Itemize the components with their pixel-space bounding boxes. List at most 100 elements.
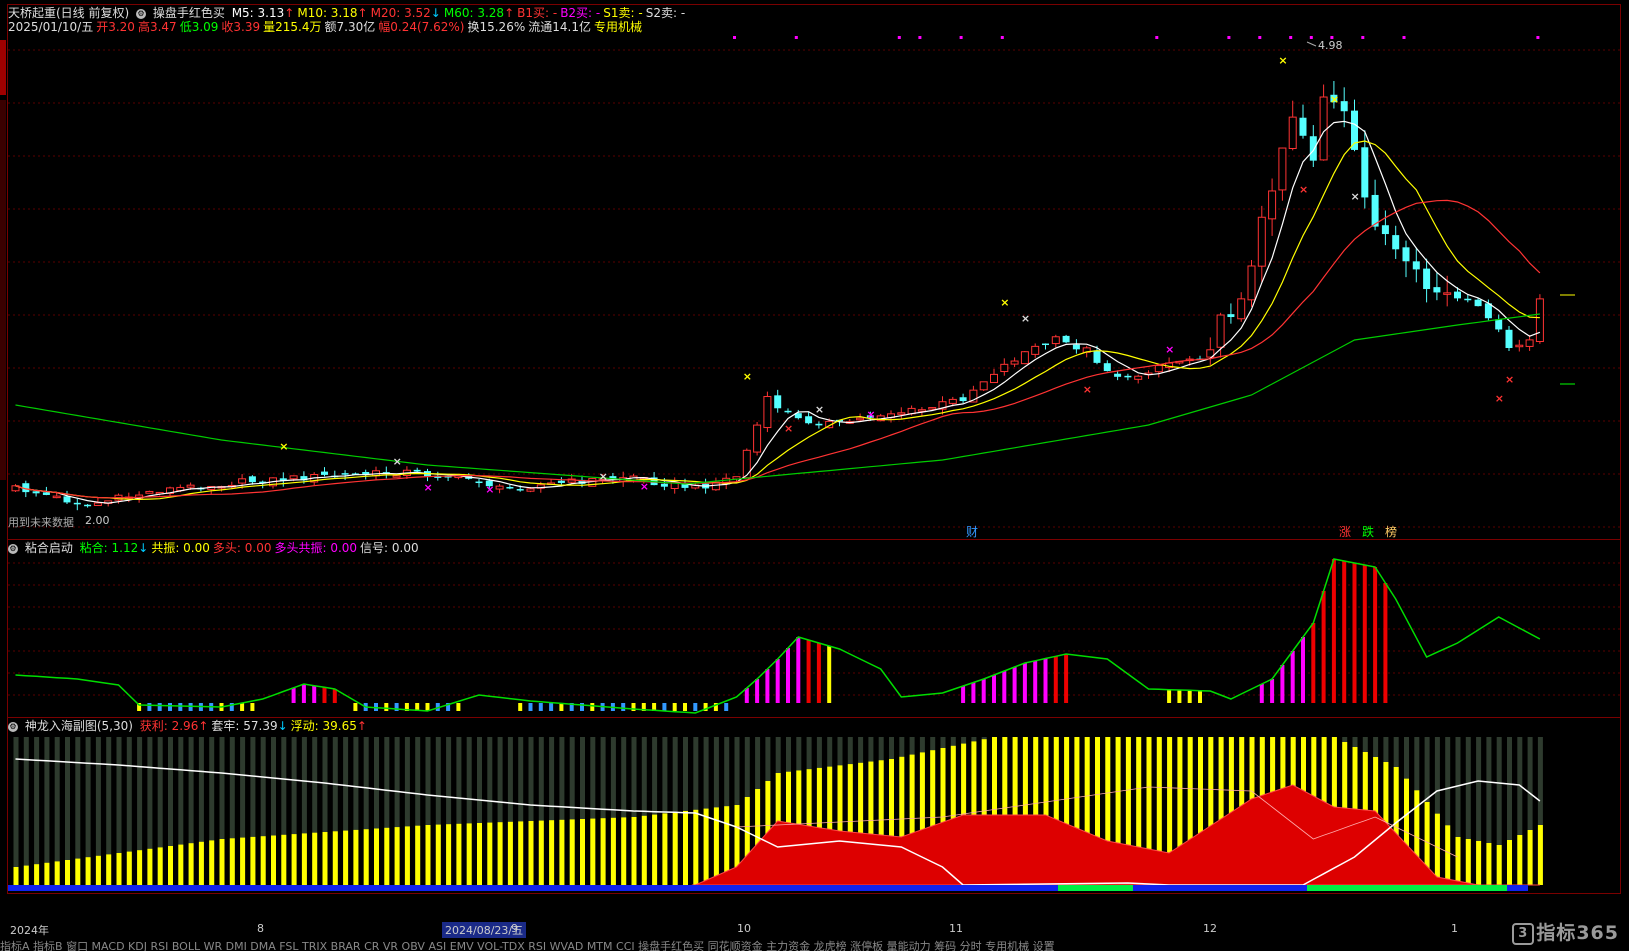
float-bar [116, 853, 122, 885]
candle-body [897, 412, 906, 415]
candle-body [1010, 360, 1019, 365]
histogram-bar [1198, 690, 1202, 703]
candle-body [1062, 335, 1070, 343]
signal-dot [1309, 36, 1313, 39]
histogram-bar [1259, 684, 1264, 703]
histogram-bar [1290, 651, 1295, 703]
high-price-label: 4.98 [1318, 39, 1343, 52]
candle-body [186, 484, 195, 488]
histogram-bar [981, 679, 986, 703]
date-axis-label: 12 [1203, 922, 1217, 935]
float-bar [1465, 839, 1471, 885]
status-band [8, 885, 1528, 891]
candle-body [1072, 344, 1080, 350]
ma-line [15, 140, 1540, 501]
candle-body [1227, 314, 1235, 318]
candle-body [979, 381, 988, 391]
signal-cross-icon: × [279, 440, 288, 453]
candle-body [856, 417, 865, 421]
float-bar [188, 843, 194, 885]
candle-body [495, 485, 504, 490]
histogram-bar [1167, 689, 1172, 703]
background-bar [44, 737, 50, 885]
candle-body [928, 407, 937, 410]
signal-cross-icon: × [743, 370, 752, 383]
signal-dot [794, 36, 798, 39]
float-bar [590, 818, 596, 885]
float-bar [157, 847, 163, 885]
candle-body [1103, 363, 1111, 372]
float-bar [54, 861, 60, 885]
candle-body [1505, 329, 1513, 349]
float-bar [332, 831, 338, 885]
candle-body [959, 397, 967, 402]
limit-up-marker[interactable]: 涨 [1339, 523, 1351, 540]
bottom-indicator-tabs[interactable]: 指标A 指标B 窗口 MACD KDJ RSI BOLL WR DMI DMA … [0, 938, 1629, 951]
float-bar [363, 829, 369, 885]
float-bar [631, 817, 637, 885]
candle-body [1000, 363, 1009, 373]
candle-body [1443, 292, 1452, 295]
histogram-bar [724, 703, 729, 711]
float-bar [580, 819, 585, 885]
candle-body [1020, 351, 1029, 365]
float-bar [75, 858, 81, 885]
candle-body [1474, 299, 1482, 307]
histogram-bar [1383, 583, 1388, 703]
float-bar [1486, 843, 1492, 885]
ranking-marker[interactable]: 榜 [1385, 523, 1397, 540]
histogram-bar [332, 689, 337, 703]
candle-body [805, 416, 813, 424]
histogram-bar [1342, 561, 1347, 703]
limit-down-marker[interactable]: 跌 [1362, 523, 1374, 540]
float-bar [569, 819, 575, 885]
date-axis-label: 8 [257, 922, 264, 935]
float-bar [518, 821, 524, 885]
candle-body [784, 410, 792, 413]
float-bar [44, 862, 50, 885]
signal-cross-icon: × [640, 480, 649, 493]
histogram-bar [384, 703, 389, 711]
candle-body [93, 502, 102, 506]
float-bar [1445, 825, 1451, 885]
histogram-bar [549, 703, 554, 711]
float-bar [281, 834, 287, 885]
indicator-tab-list[interactable]: 指标A 指标B 窗口 MACD KDJ RSI BOLL WR DMI DMA … [0, 940, 1055, 951]
histogram-bar [1331, 559, 1336, 703]
candle-body [84, 504, 92, 507]
float-bar [1517, 835, 1523, 885]
candle-body [557, 480, 565, 483]
histogram-bar [971, 682, 976, 703]
logo-text: 指标365 [1536, 922, 1619, 944]
dragon-sea-indicator-chart[interactable] [0, 717, 1629, 922]
candle-body [1535, 298, 1544, 343]
float-bar [672, 812, 678, 885]
signal-cross-icon: × [1278, 54, 1287, 67]
candle-body [1412, 261, 1420, 270]
candle-body [32, 491, 40, 494]
histogram-bar [796, 637, 801, 703]
float-bar [374, 828, 379, 885]
float-bar [13, 867, 19, 885]
float-bar [1476, 841, 1482, 885]
candlestick-chart[interactable]: ××××××××× ××××××××××× [0, 0, 1629, 540]
float-bar [1527, 830, 1533, 885]
finance-marker[interactable]: 财 [966, 523, 978, 540]
candle-body [1454, 291, 1461, 299]
signal-cross-icon: × [1165, 343, 1174, 356]
histogram-bar [590, 703, 595, 711]
candle-body [1237, 298, 1246, 320]
candle-body [774, 395, 782, 409]
signal-cross-icon: × [1351, 190, 1360, 203]
histogram-bar [301, 684, 306, 703]
float-bar [250, 836, 256, 885]
signal-dot [1000, 36, 1004, 39]
candle-body [763, 396, 772, 429]
candle-body [1124, 375, 1132, 378]
signal-dot [897, 36, 901, 39]
histogram-bar [312, 685, 317, 703]
float-bar [497, 822, 503, 885]
float-bar [219, 839, 225, 885]
signal-cross-icon: × [1505, 373, 1514, 386]
sticky-start-indicator-chart[interactable] [0, 539, 1629, 717]
